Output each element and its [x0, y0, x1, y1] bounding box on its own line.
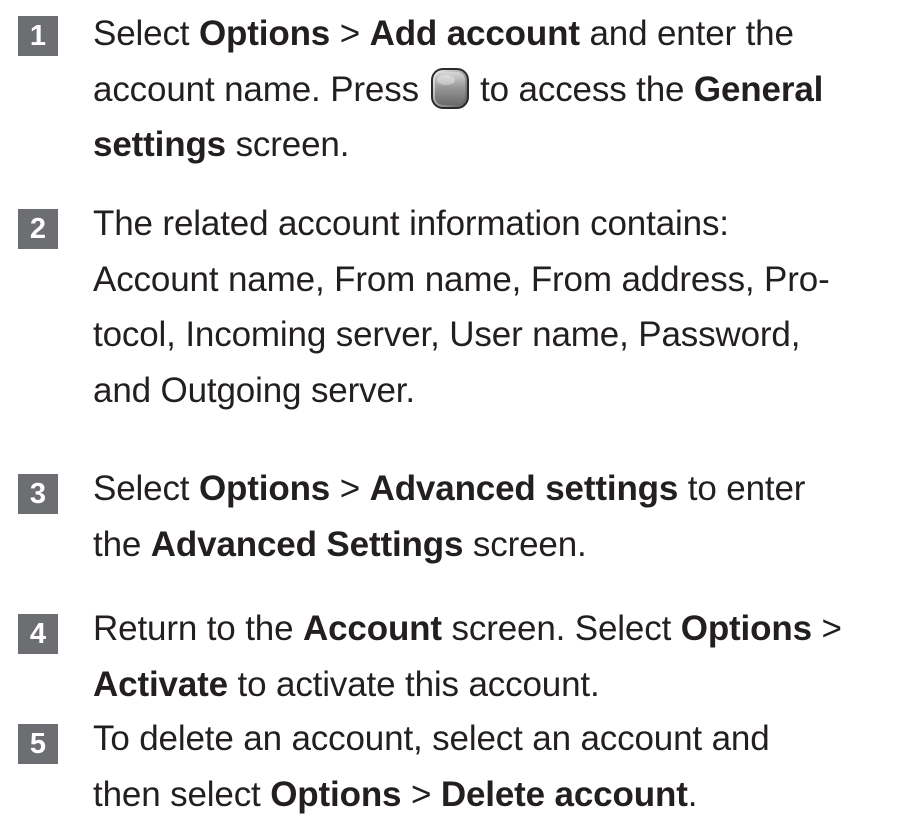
- step-text: To delete an account, select an account …: [93, 711, 893, 822]
- text-run: Return to the: [93, 609, 303, 648]
- text-run: the: [93, 525, 151, 564]
- text-run: Select: [93, 14, 199, 53]
- menu-term-options: Options: [270, 775, 401, 814]
- step-text: Select Options > Add account and enter t…: [93, 6, 893, 173]
- step-line: then select Options > Delete account.: [93, 767, 893, 822]
- text-run: screen. Select: [442, 609, 681, 648]
- text-run: >: [330, 14, 369, 53]
- text-run: >: [330, 469, 369, 508]
- text-run: to enter: [678, 469, 805, 508]
- step-line: the Advanced Settings screen.: [93, 517, 893, 573]
- step-line: Return to the Account screen. Select Opt…: [93, 601, 893, 657]
- menu-term-activate: Activate: [93, 665, 228, 704]
- step-line: The related account information contains…: [93, 196, 893, 252]
- step-text: Return to the Account screen. Select Opt…: [93, 601, 893, 712]
- menu-term-options: Options: [681, 609, 812, 648]
- menu-term-delete-account: Delete account: [441, 775, 688, 814]
- menu-term-advanced-settings: Advanced settings: [370, 469, 679, 508]
- step-line: Select Options > Add account and enter t…: [93, 6, 893, 62]
- text-run: to access the: [471, 70, 694, 109]
- step-line: To delete an account, select an account …: [93, 711, 893, 767]
- screen-term-advanced-settings: Advanced Settings: [151, 525, 464, 564]
- step-number-badge: 1: [18, 16, 58, 56]
- text-run: and enter the: [580, 14, 794, 53]
- text-run: Select: [93, 469, 199, 508]
- text-run: to activate this account.: [228, 665, 600, 704]
- step-number-badge: 2: [18, 209, 58, 249]
- step-line: Account name, From name, From address, P…: [93, 252, 893, 308]
- step-number-badge: 3: [18, 474, 58, 514]
- step-line: and Outgoing server.: [93, 363, 893, 419]
- step-line: settings screen.: [93, 117, 893, 173]
- menu-key-icon-graphic: [430, 67, 470, 110]
- text-run: >: [401, 775, 440, 814]
- screen-term-account: Account: [303, 609, 442, 648]
- menu-term-general: General: [694, 70, 823, 109]
- text-run: screen.: [226, 125, 349, 164]
- instruction-steps: 1 Select Options > Add account and enter…: [0, 0, 899, 793]
- step-line: tocol, Incoming server, User name, Passw…: [93, 307, 893, 363]
- step-text: The related account information contains…: [93, 196, 893, 418]
- text-run: account name. Press: [93, 70, 429, 109]
- text-run: .: [688, 775, 698, 814]
- text-run: screen.: [463, 525, 586, 564]
- step-text: Select Options > Advanced settings to en…: [93, 461, 893, 572]
- step-number-badge: 4: [18, 614, 58, 654]
- text-run: then select: [93, 775, 270, 814]
- menu-term-options: Options: [199, 469, 330, 508]
- menu-term-settings: settings: [93, 125, 226, 164]
- menu-key-icon: [430, 67, 470, 110]
- step-line: Activate to activate this account.: [93, 657, 893, 713]
- text-run: >: [812, 609, 842, 648]
- step-number-badge: 5: [18, 724, 58, 764]
- menu-term-options: Options: [199, 14, 330, 53]
- menu-term-add-account: Add account: [370, 14, 580, 53]
- step-line: Select Options > Advanced settings to en…: [93, 461, 893, 517]
- step-line: account name. Press: [93, 62, 893, 118]
